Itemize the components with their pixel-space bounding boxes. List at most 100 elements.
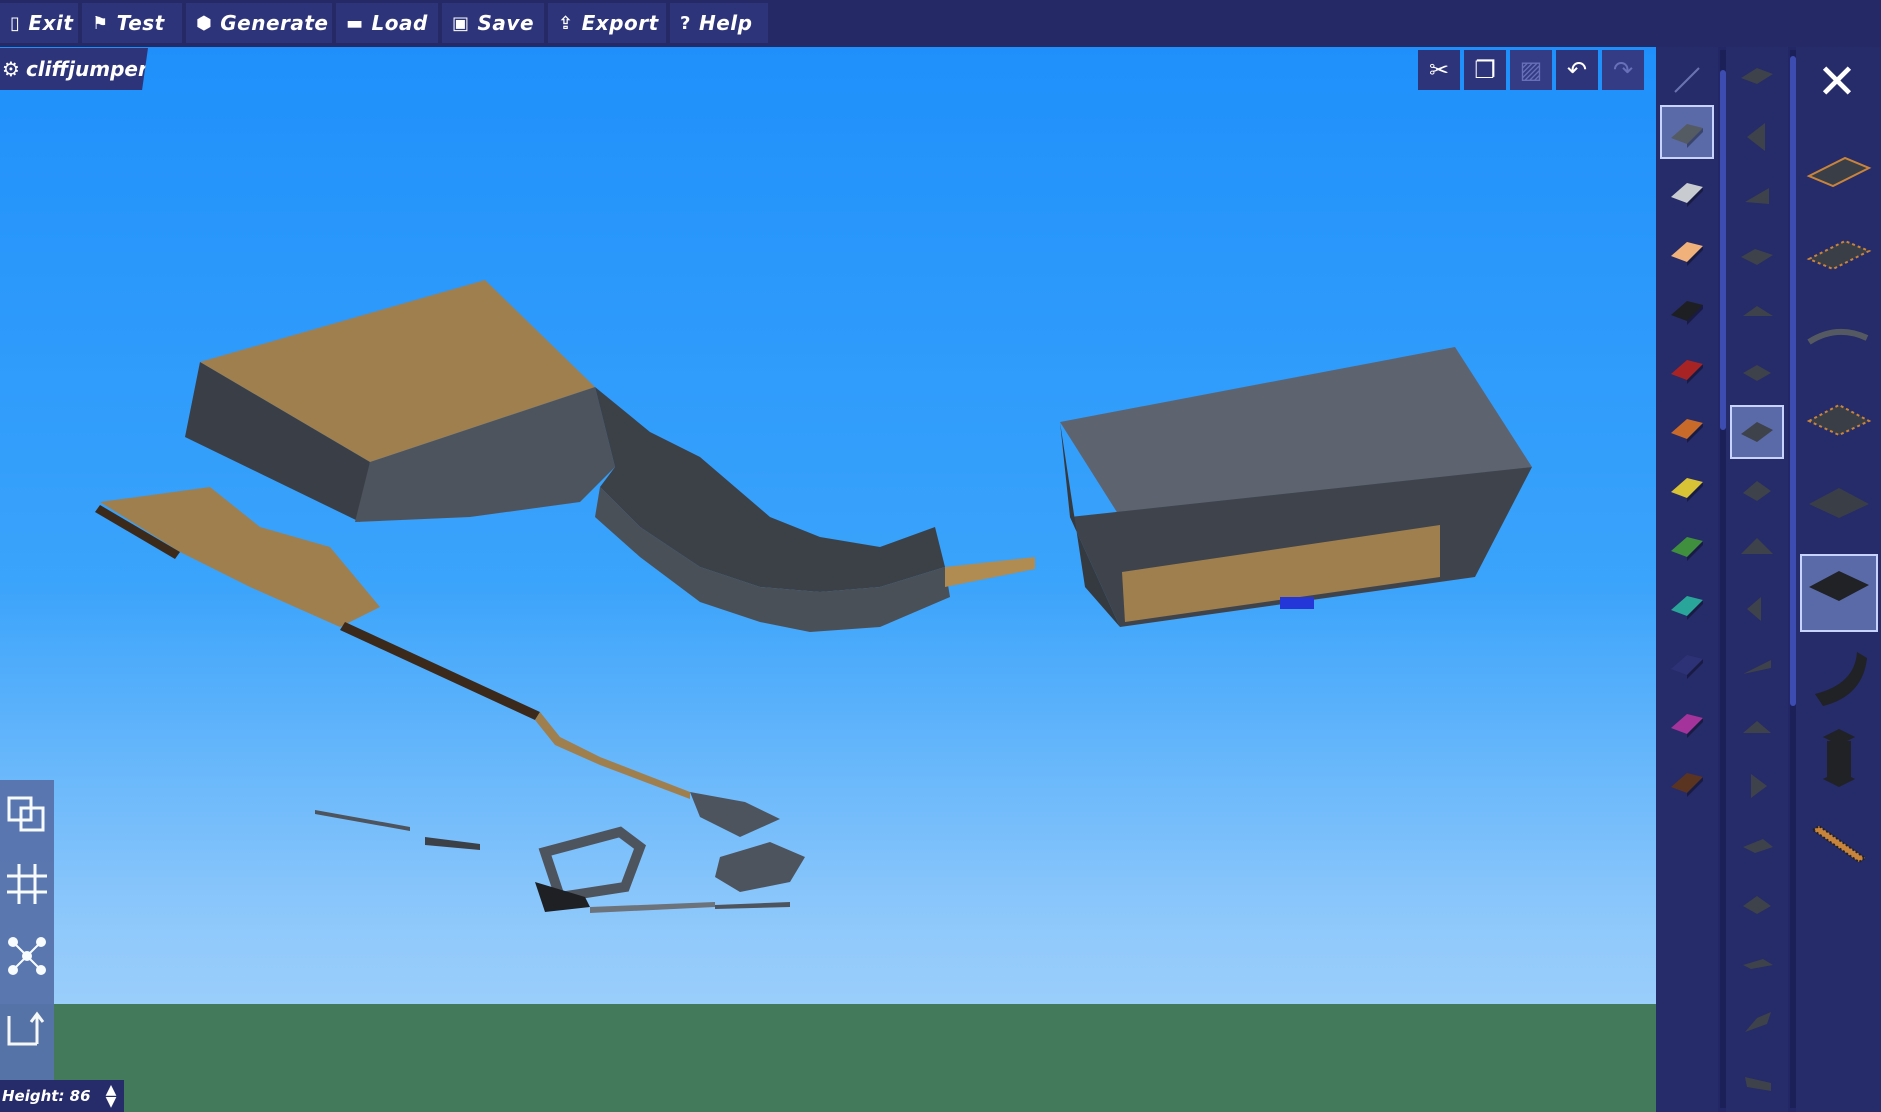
- scissors-icon[interactable]: ✂: [1418, 50, 1460, 90]
- export-button[interactable]: ⇪ Export: [548, 3, 666, 43]
- paste-icon[interactable]: ▨: [1510, 50, 1552, 90]
- piece-palette: ✕: [1796, 47, 1881, 1112]
- piece-slot[interactable]: [1800, 471, 1878, 549]
- piece-slot[interactable]: [1800, 554, 1878, 632]
- color-swatch[interactable]: [1660, 105, 1714, 159]
- test-label: Test: [116, 11, 165, 35]
- level-name-button[interactable]: ⚙ cliffjumper: [0, 48, 148, 90]
- beam-small: [315, 810, 410, 831]
- shape-palette: [1726, 47, 1788, 1112]
- export-label: Export: [581, 11, 659, 35]
- spawn-point-icon[interactable]: [0, 996, 54, 1060]
- piece-slot[interactable]: [1800, 139, 1878, 217]
- piece-slot[interactable]: [1800, 222, 1878, 300]
- exit-door-icon: ▯: [10, 12, 21, 34]
- platform-gray-1: [690, 792, 780, 837]
- plank-tip: [945, 557, 1035, 587]
- color-swatch[interactable]: [1660, 518, 1714, 572]
- shape-slot[interactable]: [1730, 287, 1784, 341]
- node-graph-icon[interactable]: [0, 924, 54, 988]
- no-color-slot[interactable]: [1660, 53, 1714, 107]
- shape-slot[interactable]: [1730, 582, 1784, 636]
- close-icon[interactable]: ✕: [1810, 54, 1864, 110]
- floppy-icon: ▣: [452, 12, 470, 34]
- shape-slot[interactable]: [1730, 228, 1784, 282]
- chevron-down-icon[interactable]: ▼: [106, 1095, 117, 1109]
- long-rail: [340, 622, 540, 720]
- level-name-label: cliffjumper: [25, 57, 148, 81]
- grid-icon[interactable]: [0, 852, 54, 916]
- blue-marker: [1280, 597, 1314, 609]
- shape-slot[interactable]: [1730, 523, 1784, 577]
- shape-slot[interactable]: [1730, 51, 1784, 105]
- piece-slot[interactable]: [1800, 305, 1878, 383]
- shape-slot[interactable]: [1730, 641, 1784, 695]
- layers-icon[interactable]: [0, 780, 54, 844]
- help-circle-icon: ?: [680, 12, 691, 34]
- shape-slot[interactable]: [1730, 169, 1784, 223]
- generate-button[interactable]: ⬢ Generate: [186, 3, 332, 43]
- loop-piece: [538, 826, 646, 903]
- shape-slot[interactable]: [1730, 936, 1784, 990]
- shape-slot[interactable]: [1730, 818, 1784, 872]
- piece-slot[interactable]: [1800, 803, 1878, 881]
- shape-slot[interactable]: [1730, 464, 1784, 518]
- shape-slot[interactable]: [1730, 877, 1784, 931]
- color-swatch[interactable]: [1660, 282, 1714, 336]
- level-geometry: [95, 280, 1532, 913]
- shape-slot[interactable]: [1730, 405, 1784, 459]
- platform-gray-2: [715, 842, 805, 892]
- flag-icon: ⚑: [92, 12, 109, 34]
- dice-icon: ⬢: [196, 12, 213, 34]
- shape-slot[interactable]: [1730, 700, 1784, 754]
- beam-small-3: [715, 902, 790, 909]
- color-swatch[interactable]: [1660, 577, 1714, 631]
- color-swatch[interactable]: [1660, 223, 1714, 277]
- color-swatch[interactable]: [1660, 754, 1714, 808]
- folder-icon: ▬: [346, 12, 364, 34]
- color-swatch[interactable]: [1660, 636, 1714, 690]
- copy-icon[interactable]: ❐: [1464, 50, 1506, 90]
- help-button[interactable]: ? Help: [670, 3, 768, 43]
- shape-scrollbar-thumb[interactable]: [1720, 70, 1726, 430]
- exit-button[interactable]: ▯ Exit: [0, 3, 78, 43]
- dark-chunk: [535, 882, 590, 912]
- track-brown: [535, 712, 690, 799]
- left-toolbar: [0, 780, 54, 1080]
- piece-slot[interactable]: [1800, 388, 1878, 466]
- color-palette: [1656, 47, 1718, 1112]
- load-label: Load: [371, 11, 428, 35]
- edit-toolbar: ✂ ❐ ▨ ↶ ↷: [1418, 50, 1644, 90]
- shape-slot[interactable]: [1730, 995, 1784, 1049]
- height-stepper[interactable]: ▲ ▼: [100, 1080, 122, 1112]
- shape-slot[interactable]: [1730, 110, 1784, 164]
- help-label: Help: [698, 11, 753, 35]
- slash-icon: [1674, 67, 1700, 93]
- redo-icon[interactable]: ↷: [1602, 50, 1644, 90]
- piece-scrollbar-thumb[interactable]: [1790, 56, 1796, 706]
- export-icon: ⇪: [558, 12, 574, 34]
- piece-slot[interactable]: [1800, 720, 1878, 798]
- color-swatch[interactable]: [1660, 341, 1714, 395]
- level-viewport[interactable]: [0, 47, 1656, 1112]
- load-button[interactable]: ▬ Load: [336, 3, 438, 43]
- test-button[interactable]: ⚑ Test: [82, 3, 182, 43]
- color-swatch[interactable]: [1660, 695, 1714, 749]
- save-button[interactable]: ▣ Save: [442, 3, 544, 43]
- gray-beam: [590, 902, 715, 913]
- height-label: Height: 86: [2, 1087, 91, 1105]
- exit-label: Exit: [28, 11, 74, 35]
- color-swatch[interactable]: [1660, 164, 1714, 218]
- shape-slot[interactable]: [1730, 1054, 1784, 1108]
- color-swatch[interactable]: [1660, 400, 1714, 454]
- shape-slot[interactable]: [1730, 759, 1784, 813]
- gear-icon: ⚙: [2, 57, 20, 81]
- save-label: Save: [477, 11, 535, 35]
- generate-label: Generate: [220, 11, 329, 35]
- beam-small-2: [425, 837, 480, 850]
- undo-icon[interactable]: ↶: [1556, 50, 1598, 90]
- piece-slot[interactable]: [1800, 637, 1878, 715]
- color-swatch[interactable]: [1660, 459, 1714, 513]
- menu-bar: ▯ Exit ⚑ Test ⬢ Generate ▬ Load ▣ Save ⇪…: [0, 0, 1881, 48]
- shape-slot[interactable]: [1730, 346, 1784, 400]
